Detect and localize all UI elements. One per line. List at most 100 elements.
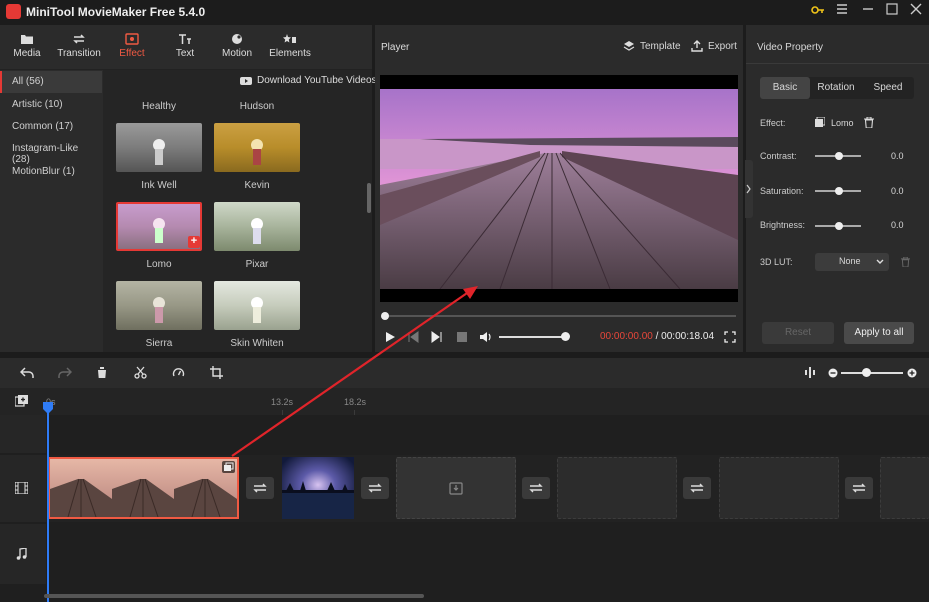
previous-frame-icon[interactable]: [407, 331, 419, 343]
video-clip-night-palms[interactable]: [282, 457, 354, 519]
empty-media-slot[interactable]: [719, 457, 839, 519]
chevron-down-icon: [876, 259, 884, 264]
transition-slot-button[interactable]: [522, 477, 550, 499]
volume-handle[interactable]: [561, 332, 570, 341]
volume-icon[interactable]: [479, 331, 493, 343]
toolbar-label: Text: [175, 48, 195, 59]
transition-slot-button[interactable]: [361, 477, 389, 499]
brightness-handle[interactable]: [835, 222, 843, 230]
zoom-handle[interactable]: [862, 368, 871, 377]
toolbar-text[interactable]: Text: [160, 31, 210, 67]
drop-media-slot[interactable]: [396, 457, 516, 519]
effect-thumb-skinwhiten[interactable]: [214, 281, 300, 330]
seek-bar[interactable]: [384, 315, 736, 317]
transition-slot-button[interactable]: [845, 477, 873, 499]
category-artistic[interactable]: Artistic (10): [0, 94, 102, 116]
toolbar-label: Elements: [269, 48, 311, 59]
empty-media-slot[interactable]: [557, 457, 677, 519]
toolbar-motion[interactable]: Motion: [212, 31, 262, 67]
download-youtube-button[interactable]: Download YouTube Videos: [240, 75, 377, 86]
folder-icon: [21, 35, 33, 44]
tab-rotation[interactable]: Rotation: [810, 77, 862, 99]
effect-thumb-pixar[interactable]: [214, 202, 300, 251]
effect-thumb-inkwell[interactable]: [116, 123, 202, 172]
fullscreen-icon[interactable]: [724, 331, 736, 343]
toolbar-media[interactable]: Media: [2, 31, 52, 67]
key-icon[interactable]: [811, 3, 829, 21]
zoom-in-icon[interactable]: [907, 368, 917, 378]
transition-icon: [73, 34, 85, 44]
category-motionblur[interactable]: MotionBlur (1): [0, 161, 102, 183]
next-frame-icon[interactable]: [431, 331, 443, 343]
redo-icon[interactable]: [58, 366, 72, 379]
saturation-handle[interactable]: [835, 187, 843, 195]
transition-slot-button[interactable]: [246, 477, 274, 499]
menu-icon[interactable]: [836, 3, 854, 21]
volume-slider[interactable]: [499, 336, 565, 338]
track-head-empty: [0, 415, 46, 453]
collapse-panel-handle[interactable]: [745, 160, 753, 218]
timeline-scrollbar[interactable]: [44, 594, 424, 598]
category-common[interactable]: Common (17): [0, 116, 102, 138]
speed-icon[interactable]: [172, 366, 185, 379]
property-tabs: Basic Rotation Speed: [760, 77, 914, 99]
export-button[interactable]: Export: [691, 40, 737, 52]
clip-effect-badge-icon: [222, 461, 235, 473]
current-time: 00:00:00.00: [600, 331, 653, 342]
empty-media-slot[interactable]: [880, 457, 929, 519]
playhead-line[interactable]: [47, 402, 49, 602]
effect-thumb-kevin[interactable]: [214, 123, 300, 172]
contrast-value: 0.0: [891, 151, 904, 161]
template-button[interactable]: Template: [623, 40, 681, 52]
add-effect-icon[interactable]: +: [188, 236, 200, 248]
add-track-icon[interactable]: [15, 395, 28, 407]
app-logo-icon: [6, 4, 21, 19]
tab-basic[interactable]: Basic: [760, 77, 810, 99]
seek-handle[interactable]: [381, 312, 389, 320]
audio-waveform-icon[interactable]: [804, 366, 816, 379]
close-icon[interactable]: [910, 3, 928, 21]
pier-clip-image: [50, 459, 237, 517]
contrast-label: Contrast:: [760, 151, 797, 161]
effect-thumb-sierra[interactable]: [116, 281, 202, 330]
layers-icon: [623, 41, 635, 51]
effect-layer-icon: [815, 117, 825, 127]
ruler-tick-label: 18.2s: [344, 397, 367, 407]
playhead-handle[interactable]: [43, 402, 53, 414]
lut-select[interactable]: None: [815, 253, 889, 271]
toolbar-elements[interactable]: Elements: [265, 31, 315, 67]
transition-slot-button[interactable]: [683, 477, 711, 499]
apply-to-all-button[interactable]: Apply to all: [844, 322, 914, 344]
toolbar-transition[interactable]: Transition: [54, 31, 104, 67]
video-clip-pier[interactable]: [48, 457, 239, 519]
delete-lut-icon[interactable]: [901, 257, 910, 267]
zoom-out-icon[interactable]: [828, 368, 838, 378]
reset-button[interactable]: Reset: [762, 322, 834, 344]
delete-icon[interactable]: [96, 366, 108, 379]
zoom-slider[interactable]: [841, 372, 903, 374]
export-label: Export: [708, 40, 737, 52]
maximize-icon[interactable]: [886, 3, 904, 21]
toolbar-effect[interactable]: Effect: [107, 31, 157, 67]
export-icon: [691, 40, 703, 52]
property-divider: [746, 63, 929, 64]
video-preview[interactable]: [380, 75, 738, 302]
play-icon[interactable]: [384, 331, 396, 343]
delete-effect-icon[interactable]: [864, 117, 874, 128]
effects-scrollbar[interactable]: [367, 183, 371, 213]
effect-label-skinwhiten: Skin Whiten: [230, 338, 284, 349]
crop-icon[interactable]: [210, 366, 223, 379]
minimize-icon[interactable]: [862, 3, 880, 21]
split-scissors-icon[interactable]: [134, 366, 147, 379]
category-instagram-like[interactable]: Instagram-Like (28): [0, 138, 102, 165]
timeline-ruler[interactable]: [0, 388, 929, 415]
audio-track: [46, 524, 929, 554]
undo-icon[interactable]: [20, 366, 34, 379]
category-all[interactable]: All (56): [0, 71, 102, 93]
property-title: Video Property: [757, 42, 823, 53]
stop-icon[interactable]: [456, 331, 468, 343]
time-display: 00:00:00.00 / 00:00:18.04: [600, 331, 714, 342]
ruler-tick-label: 13.2s: [271, 397, 294, 407]
contrast-handle[interactable]: [835, 152, 843, 160]
tab-speed[interactable]: Speed: [862, 77, 914, 99]
